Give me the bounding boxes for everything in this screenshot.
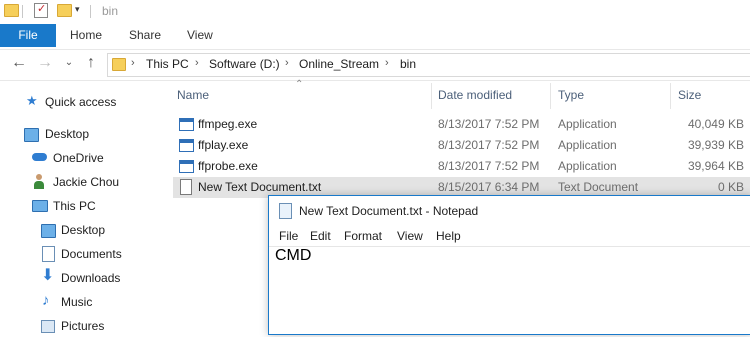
file-size: 40,049 KB	[687, 117, 744, 131]
tab-home[interactable]: Home	[70, 24, 102, 47]
notepad-icon	[279, 203, 292, 219]
file-name: ffprobe.exe	[198, 159, 258, 173]
file-date: 8/15/2017 6:34 PM	[438, 180, 540, 194]
sidebar-item-user[interactable]: Jackie Chou	[0, 171, 160, 193]
address-bar[interactable]	[107, 53, 750, 77]
column-divider[interactable]	[550, 83, 551, 109]
sidebar-item-label: Pictures	[61, 319, 105, 333]
breadcrumb-software[interactable]: Software (D:)	[209, 57, 280, 71]
user-icon	[34, 174, 44, 189]
column-header-type[interactable]: Type	[558, 88, 584, 102]
notepad-title: New Text Document.txt - Notepad	[299, 204, 479, 218]
chevron-right-icon[interactable]: ›	[131, 57, 135, 69]
table-row[interactable]: ffprobe.exe 8/13/2017 7:52 PM Applicatio…	[173, 156, 750, 177]
chevron-right-icon[interactable]: ›	[385, 57, 389, 69]
sidebar-item-onedrive[interactable]: OneDrive	[0, 147, 160, 169]
table-row[interactable]: ffplay.exe 8/13/2017 7:52 PM Application…	[173, 135, 750, 156]
menu-view[interactable]: View	[397, 229, 423, 243]
sidebar-item-this-pc[interactable]: This PC	[0, 195, 160, 217]
notepad-content: CMD	[275, 247, 312, 264]
download-icon: ⬇	[41, 267, 55, 284]
sidebar-item-label: Documents	[61, 247, 122, 261]
file-type: Text Document	[558, 180, 639, 194]
breadcrumb-bin[interactable]: bin	[400, 57, 416, 71]
file-date: 8/13/2017 7:52 PM	[438, 159, 540, 173]
text-file-icon	[180, 179, 192, 195]
column-header-name[interactable]: Name	[177, 88, 209, 102]
sidebar-item-desktop-pc[interactable]: Desktop	[0, 219, 160, 241]
new-folder-icon[interactable]	[57, 4, 72, 17]
menu-format[interactable]: Format	[344, 229, 382, 243]
title-bar: ✓ ▾ bin	[0, 0, 750, 24]
column-header-date[interactable]: Date modified	[438, 88, 512, 102]
notepad-window: New Text Document.txt - Notepad File Edi…	[268, 195, 750, 335]
sidebar-item-label: Quick access	[45, 95, 117, 109]
column-header-size[interactable]: Size	[678, 88, 701, 102]
properties-icon[interactable]: ✓	[34, 3, 48, 18]
computer-icon	[32, 200, 48, 212]
sidebar-item-desktop[interactable]: Desktop	[0, 123, 160, 145]
sort-ascending-icon: ⌃	[295, 79, 304, 90]
sidebar-item-label: Music	[61, 295, 93, 309]
sidebar-item-label: Desktop	[45, 127, 90, 141]
sidebar-item-documents[interactable]: Documents	[0, 243, 160, 265]
forward-button[interactable]: →	[36, 54, 54, 72]
menu-file[interactable]: File	[279, 229, 298, 243]
sidebar-item-label: OneDrive	[53, 151, 104, 165]
breadcrumb-this-pc[interactable]: This PC	[146, 57, 189, 71]
up-button[interactable]: ↑	[82, 54, 100, 72]
file-name: New Text Document.txt	[198, 180, 322, 194]
desktop-icon	[24, 128, 39, 142]
sidebar-item-label: Jackie Chou	[53, 175, 120, 189]
tab-view[interactable]: View	[187, 24, 213, 47]
star-icon: ★	[26, 93, 38, 108]
ribbon-tabs	[0, 24, 750, 47]
column-divider[interactable]	[431, 83, 432, 109]
notepad-editor[interactable]: CMD	[269, 246, 750, 335]
file-size: 0 KB	[717, 180, 744, 194]
pictures-icon	[41, 320, 55, 333]
desktop-icon	[41, 224, 56, 238]
file-size: 39,939 KB	[687, 138, 744, 152]
file-type: Application	[558, 138, 617, 152]
file-type: Application	[558, 117, 617, 131]
chevron-right-icon[interactable]: ›	[285, 57, 289, 69]
sidebar-item-label: Downloads	[61, 271, 121, 285]
music-icon: ♪	[42, 292, 50, 309]
sidebar-item-label: This PC	[53, 199, 96, 213]
folder-icon	[112, 58, 126, 71]
folder-icon	[4, 4, 19, 17]
sidebar-item-pictures[interactable]: Pictures	[0, 315, 160, 337]
column-divider[interactable]	[670, 83, 671, 109]
chevron-right-icon[interactable]: ›	[195, 57, 199, 69]
tab-file[interactable]: File	[0, 24, 56, 47]
breadcrumb-online-stream[interactable]: Online_Stream	[299, 57, 379, 71]
file-name: ffplay.exe	[198, 138, 249, 152]
application-icon	[179, 160, 194, 173]
file-size: 39,964 KB	[687, 159, 744, 173]
application-icon	[179, 118, 194, 131]
separator	[90, 5, 91, 18]
file-type: Application	[558, 159, 617, 173]
sidebar-item-music[interactable]: ♪ Music	[0, 291, 160, 313]
menu-help[interactable]: Help	[436, 229, 461, 243]
cloud-icon	[32, 153, 47, 161]
sidebar-item-quick-access[interactable]: ★ Quick access	[0, 91, 160, 113]
recent-locations-button[interactable]: ⌄	[60, 54, 78, 72]
table-row[interactable]: ffmpeg.exe 8/13/2017 7:52 PM Application…	[173, 114, 750, 135]
tab-share[interactable]: Share	[129, 24, 161, 47]
file-date: 8/13/2017 7:52 PM	[438, 138, 540, 152]
separator	[22, 5, 23, 18]
sidebar-item-label: Desktop	[61, 223, 106, 237]
sidebar-item-downloads[interactable]: ⬇ Downloads	[0, 267, 160, 289]
customize-toolbar-icon[interactable]: ▾	[75, 4, 80, 15]
documents-icon	[42, 246, 55, 262]
application-icon	[179, 139, 194, 152]
file-date: 8/13/2017 7:52 PM	[438, 117, 540, 131]
menu-edit[interactable]: Edit	[310, 229, 331, 243]
file-name: ffmpeg.exe	[198, 117, 258, 131]
window-title: bin	[102, 4, 119, 18]
back-button[interactable]: ←	[10, 54, 28, 72]
